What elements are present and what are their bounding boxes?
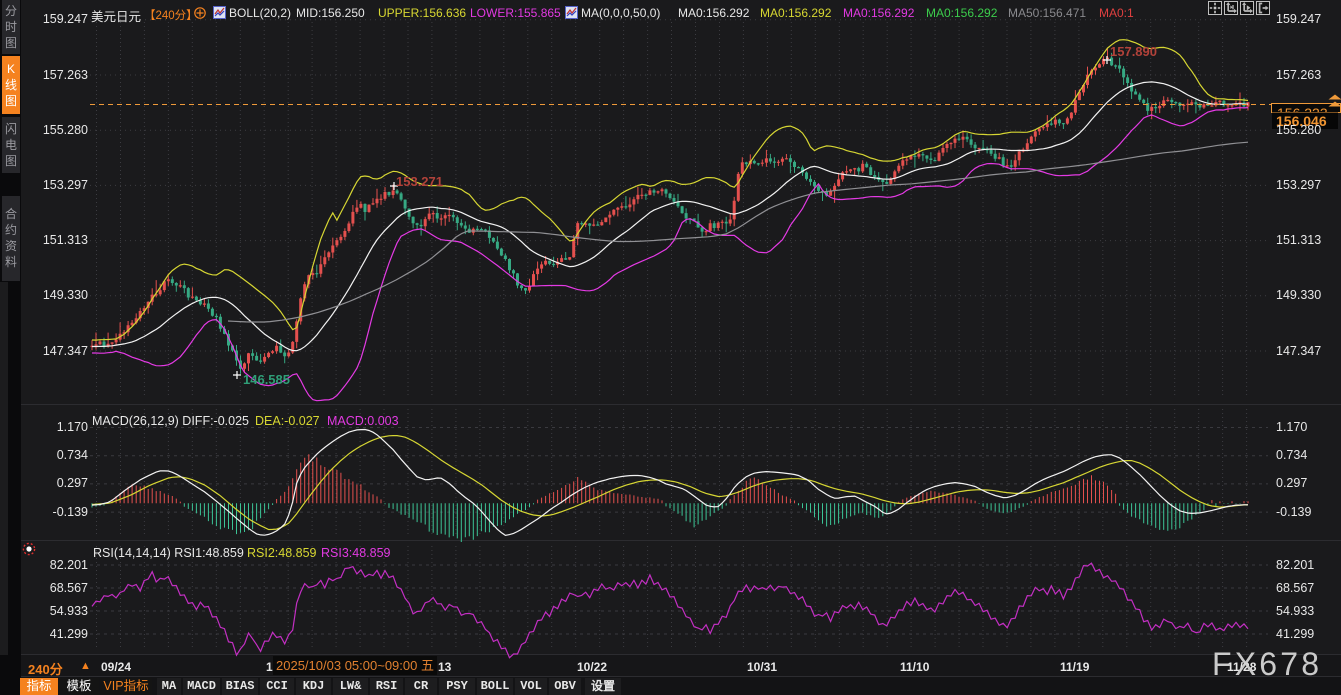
svg-text:157.890: 157.890 [1110, 44, 1157, 59]
svg-text:146.585: 146.585 [243, 372, 290, 387]
svg-text:153.271: 153.271 [396, 174, 443, 189]
